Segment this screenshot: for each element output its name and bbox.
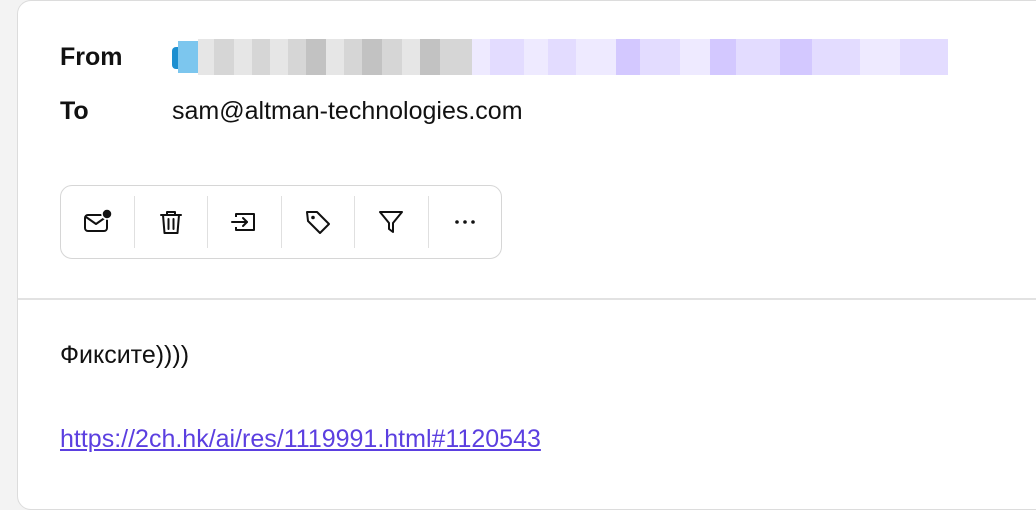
more-icon xyxy=(454,220,475,224)
pixel-block xyxy=(344,39,362,75)
pixel-block xyxy=(576,39,616,75)
pixel-block xyxy=(306,39,326,75)
message-toolbar xyxy=(60,185,502,259)
message-body-text: Фиксите)))) xyxy=(60,341,190,369)
pixel-block xyxy=(640,39,680,75)
pixel-block xyxy=(900,39,948,75)
pixel-block xyxy=(524,39,548,75)
pixel-block xyxy=(490,39,524,75)
pixel-block xyxy=(270,39,288,75)
to-row: To sam@altman-technologies.com xyxy=(60,93,523,129)
tag-icon xyxy=(305,211,330,234)
pixel-block xyxy=(234,39,252,75)
filter-icon xyxy=(379,211,404,233)
message-link[interactable]: https://2ch.hk/ai/res/1119991.html#11205… xyxy=(60,425,541,454)
pixel-block xyxy=(860,39,900,75)
pixel-block xyxy=(680,39,710,75)
pixel-block xyxy=(198,39,214,75)
email-view-panel: From To sam@altman-technologies.com Фикс… xyxy=(17,0,1036,510)
from-row: From xyxy=(60,39,948,75)
pixel-block xyxy=(616,39,640,75)
pixel-block xyxy=(326,39,344,75)
trash-icon xyxy=(159,211,182,234)
tag-button[interactable] xyxy=(282,196,355,248)
pixel-block xyxy=(402,39,420,75)
pixel-block xyxy=(440,39,472,75)
pixel-block xyxy=(736,39,780,75)
pixel-block xyxy=(362,39,382,75)
pixel-block xyxy=(780,39,812,75)
pixel-block xyxy=(710,39,736,75)
mark-unread-button[interactable] xyxy=(61,196,135,248)
move-button[interactable] xyxy=(208,196,282,248)
pixel-block xyxy=(812,39,860,75)
pixel-block xyxy=(382,39,402,75)
move-to-folder-icon xyxy=(231,213,256,231)
mail-unread-icon xyxy=(84,208,113,232)
header-divider xyxy=(18,298,1036,300)
sender-avatar-accent-light xyxy=(178,41,198,73)
more-button[interactable] xyxy=(429,196,502,248)
pixel-block xyxy=(214,39,234,75)
pixel-block xyxy=(472,39,490,75)
pixel-block xyxy=(252,39,270,75)
redacted-sender xyxy=(172,39,948,75)
filter-button[interactable] xyxy=(355,196,429,248)
pixel-block xyxy=(420,39,440,75)
from-label: From xyxy=(60,42,123,71)
to-label: To xyxy=(60,96,89,125)
recipient-address[interactable]: sam@altman-technologies.com xyxy=(172,97,523,126)
pixel-block xyxy=(288,39,306,75)
pixel-block xyxy=(548,39,576,75)
delete-button[interactable] xyxy=(135,196,208,248)
